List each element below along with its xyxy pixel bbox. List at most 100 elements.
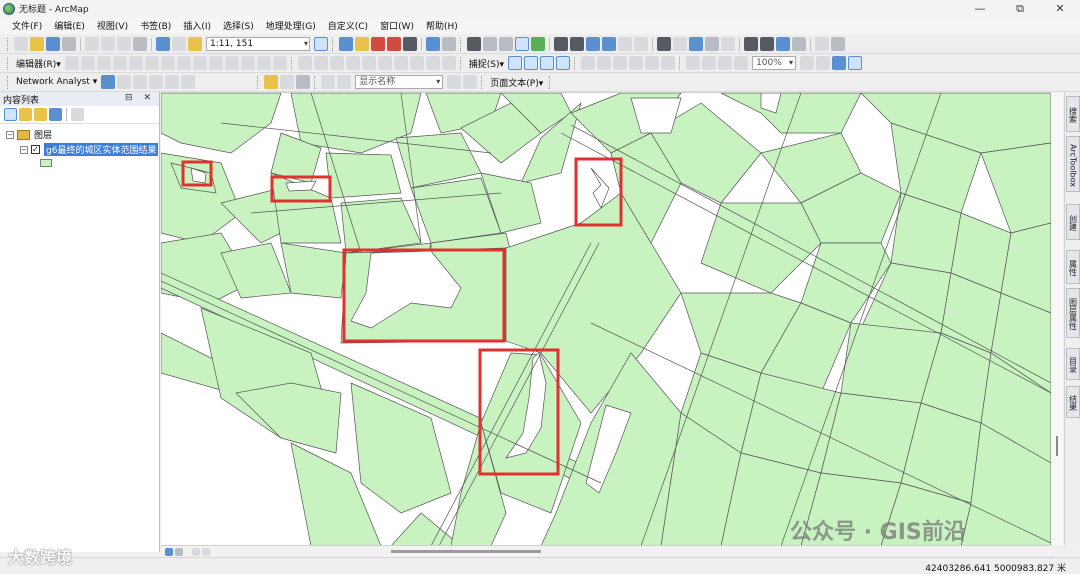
toolbar-grip[interactable]: [549, 75, 552, 89]
toolbar-grip[interactable]: [460, 37, 463, 51]
add-data-icon[interactable]: [188, 37, 202, 51]
scrollbar-thumb[interactable]: [1056, 436, 1058, 456]
measure-icon[interactable]: [744, 37, 758, 51]
menu-view[interactable]: 视图(V): [91, 19, 134, 32]
edit-tool-icon[interactable]: [64, 56, 79, 70]
menu-customize[interactable]: 自定义(C): [322, 19, 374, 32]
maximize-button[interactable]: ⧉: [1000, 0, 1040, 17]
model-builder-icon[interactable]: [426, 37, 440, 51]
toolbar-grip[interactable]: [290, 56, 294, 70]
list-by-visibility-icon[interactable]: [34, 108, 47, 121]
dock-tab-layer-properties[interactable]: 图层属性: [1066, 288, 1080, 338]
map-scale-combo[interactable]: 1:11, 151 ▾: [206, 37, 310, 51]
new-document-icon[interactable]: [14, 37, 28, 51]
hyperlink-icon[interactable]: [705, 37, 719, 51]
print-icon[interactable]: [62, 37, 76, 51]
view-link-table-icon[interactable]: [661, 56, 676, 70]
end-snapping-icon[interactable]: [524, 56, 539, 70]
map-vertical-scrollbar[interactable]: [1051, 92, 1063, 545]
menu-bookmarks[interactable]: 书签(B): [134, 19, 177, 32]
endpoint-arc-icon[interactable]: [112, 56, 127, 70]
pause-drawing-icon[interactable]: [202, 547, 210, 556]
reshape-feature-icon[interactable]: [176, 56, 191, 70]
clear-selection-icon[interactable]: [634, 37, 648, 51]
snapping-menu-button[interactable]: 捕捉(S)▾: [466, 57, 507, 70]
select-features-icon[interactable]: [618, 37, 632, 51]
dock-tab-create[interactable]: 创建: [1066, 204, 1080, 240]
menu-file[interactable]: 文件(F): [6, 19, 48, 32]
pencil-icon[interactable]: [673, 37, 687, 51]
find-route-icon[interactable]: [776, 37, 790, 51]
create-features-icon[interactable]: [272, 56, 287, 70]
open-folder-icon[interactable]: [30, 37, 44, 51]
add-control-points-icon[interactable]: [645, 56, 660, 70]
toolbar-grip[interactable]: [7, 56, 10, 70]
zoom-whole-page-icon[interactable]: [734, 56, 749, 70]
last-page-icon[interactable]: [463, 75, 478, 89]
layout-view-icon[interactable]: [175, 547, 183, 556]
layer-row[interactable]: − ✓ g6最终的城区实体范围结果: [20, 143, 159, 156]
dock-tab-properties[interactable]: 属性: [1066, 250, 1080, 284]
toolbar-grip[interactable]: [314, 75, 317, 89]
solve-icon[interactable]: [149, 75, 164, 89]
redo-icon[interactable]: [172, 37, 186, 51]
fixed-zoom-out-icon[interactable]: [570, 37, 584, 51]
trace-icon[interactable]: [128, 56, 143, 70]
build-topology-icon[interactable]: [393, 56, 408, 70]
forward-arrow-icon[interactable]: [602, 37, 616, 51]
collapse-icon[interactable]: −: [20, 145, 28, 154]
draw-new-text-icon[interactable]: [264, 75, 279, 89]
network-analyst-menu-button[interactable]: Network Analyst ▾: [13, 77, 100, 87]
toggle-draft-mode-icon[interactable]: [800, 56, 815, 70]
layout-zoom-in-icon[interactable]: [686, 56, 701, 70]
toc-options-icon[interactable]: [71, 108, 84, 121]
toolbar-grip[interactable]: [7, 37, 10, 51]
next-page-icon[interactable]: [447, 75, 462, 89]
georef-icon[interactable]: [581, 56, 596, 70]
layer-symbol-row[interactable]: [40, 159, 52, 167]
network-identify-icon[interactable]: [181, 75, 196, 89]
layers-group-row[interactable]: − 图层: [6, 128, 52, 141]
edit-vertices-icon[interactable]: [160, 56, 175, 70]
rotate-raster-icon[interactable]: [613, 56, 628, 70]
menu-insert[interactable]: 插入(I): [177, 19, 217, 32]
menu-help[interactable]: 帮助(H): [420, 19, 464, 32]
point-icon[interactable]: [144, 56, 159, 70]
zoom-out-icon[interactable]: [499, 37, 513, 51]
identify-results-icon[interactable]: [442, 37, 456, 51]
paste-icon[interactable]: [117, 37, 131, 51]
attributes-icon[interactable]: [240, 56, 255, 70]
menu-selection[interactable]: 选择(S): [217, 19, 260, 32]
edit-annotation-icon[interactable]: [80, 56, 95, 70]
layout-pan-icon[interactable]: [718, 56, 733, 70]
table-of-contents-icon[interactable]: [339, 37, 353, 51]
create-viewer-window-icon[interactable]: [831, 37, 845, 51]
modify-edge-icon[interactable]: [345, 56, 360, 70]
dock-tab-results[interactable]: 结果: [1066, 386, 1080, 418]
dock-tab-search[interactable]: 搜索: [1066, 96, 1080, 132]
html-popup-icon[interactable]: [721, 37, 735, 51]
delete-icon[interactable]: [133, 37, 147, 51]
go-to-xy-icon[interactable]: [792, 37, 806, 51]
undo-icon[interactable]: [156, 37, 170, 51]
toolbar-grip[interactable]: [257, 75, 260, 89]
pan-hand-icon[interactable]: [515, 37, 529, 51]
map-view[interactable]: [161, 92, 1051, 545]
save-icon[interactable]: [46, 37, 60, 51]
labeling-icon[interactable]: [280, 75, 295, 89]
rotate-icon[interactable]: [224, 56, 239, 70]
editor-toolbar-toggle-icon[interactable]: [314, 37, 328, 51]
build-network-icon[interactable]: [165, 75, 180, 89]
minimize-button[interactable]: —: [960, 0, 1000, 17]
layout-zoom-combo[interactable]: 100% ▾: [752, 56, 797, 70]
toolbar-grip[interactable]: [481, 75, 484, 89]
back-arrow-icon[interactable]: [586, 37, 600, 51]
sketch-properties-icon[interactable]: [256, 56, 271, 70]
menu-edit[interactable]: 编辑(E): [48, 19, 91, 32]
vertex-snapping-icon[interactable]: [540, 56, 555, 70]
toolbar-grip[interactable]: [459, 56, 463, 70]
focus-data-frame-icon[interactable]: [816, 56, 831, 70]
network-analyst-window-icon[interactable]: [101, 75, 116, 89]
toolbar-grip[interactable]: [679, 56, 682, 70]
point-snapping-icon[interactable]: [508, 56, 523, 70]
